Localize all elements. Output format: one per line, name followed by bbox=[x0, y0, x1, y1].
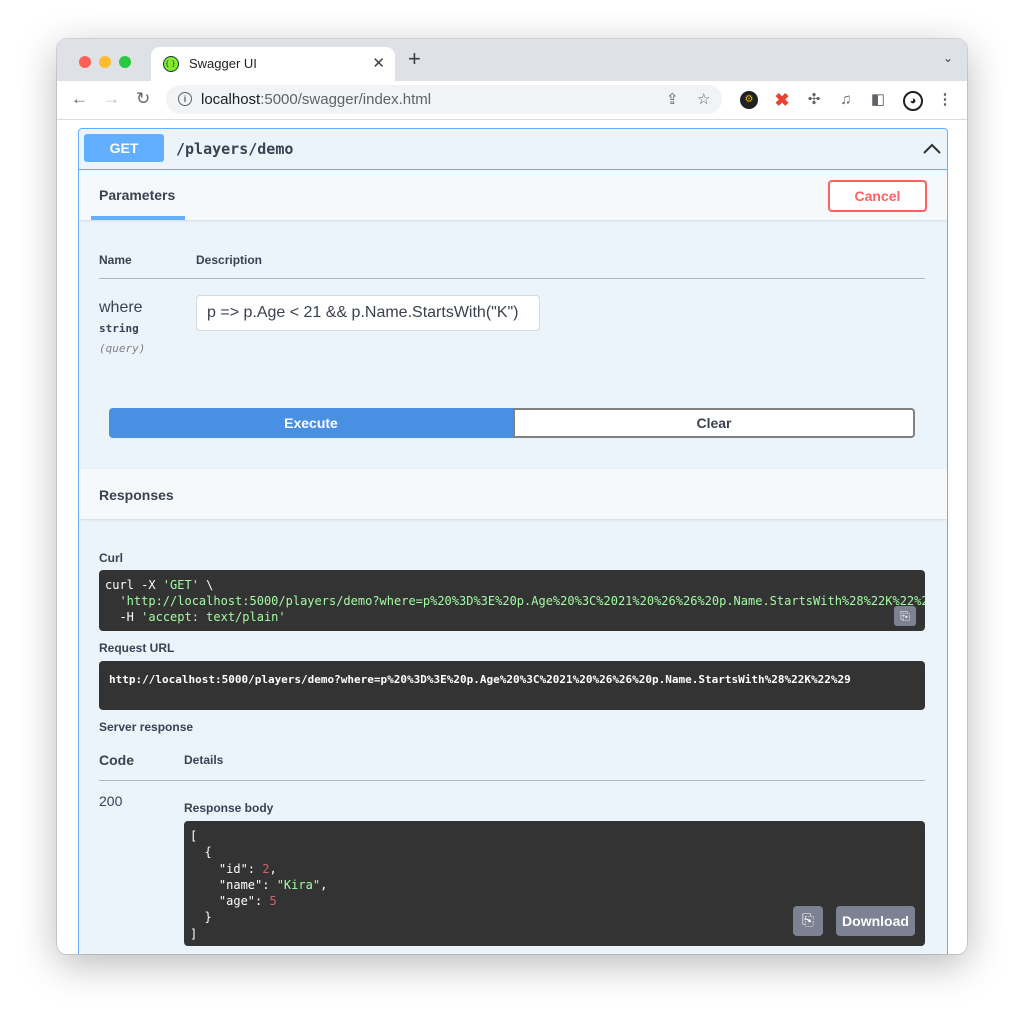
address-bar[interactable]: i localhost:5000/swagger/index.html ⇪ ☆ bbox=[166, 85, 722, 114]
extensions-puzzle-icon[interactable]: ✣ bbox=[805, 91, 823, 109]
url-path: :5000/swagger/index.html bbox=[260, 91, 432, 108]
copy-curl-icon[interactable]: ⎘ bbox=[894, 606, 916, 626]
close-window-button[interactable] bbox=[79, 56, 91, 68]
operation-summary[interactable]: GET /players/demo bbox=[79, 129, 947, 170]
side-panel-icon[interactable]: ◧ bbox=[869, 91, 887, 109]
swagger-favicon-icon bbox=[163, 56, 179, 72]
tab-title: Swagger UI bbox=[189, 56, 257, 71]
divider bbox=[99, 780, 925, 781]
page-content: GET /players/demo Parameters Cancel Name… bbox=[57, 120, 967, 954]
curl-header: 'accept: text/plain' bbox=[141, 610, 286, 624]
browser-toolbar: ← → ↻ i localhost:5000/swagger/index.htm… bbox=[57, 81, 967, 120]
extension-x-icon[interactable]: ✖ bbox=[773, 91, 791, 109]
responses-header: Responses bbox=[79, 469, 947, 519]
response-body-block[interactable]: [ { "id": 2, "name": "Kira", "age": 5 } … bbox=[184, 821, 925, 946]
reload-icon[interactable]: ↻ bbox=[136, 89, 150, 109]
json-age-value: 5 bbox=[269, 894, 277, 909]
curl-continuation: \ bbox=[198, 578, 214, 592]
response-status-code: 200 bbox=[99, 793, 123, 809]
chevron-up-icon[interactable] bbox=[923, 141, 941, 157]
active-tab-indicator bbox=[91, 216, 185, 220]
curl-cmd: curl -X bbox=[105, 578, 163, 592]
bookmark-star-icon[interactable]: ☆ bbox=[697, 90, 710, 108]
param-location: (query) bbox=[99, 342, 146, 355]
new-tab-icon[interactable]: + bbox=[408, 48, 421, 70]
minimize-window-button[interactable] bbox=[99, 56, 111, 68]
divider bbox=[99, 278, 925, 279]
download-button[interactable]: Download bbox=[836, 906, 915, 936]
clear-button[interactable]: Clear bbox=[513, 408, 915, 438]
back-arrow-icon[interactable]: ← bbox=[71, 89, 88, 109]
url-text[interactable]: localhost:5000/swagger/index.html bbox=[201, 91, 431, 108]
column-details-header: Details bbox=[184, 753, 224, 767]
tab-search-chevron-icon[interactable]: ⌄ bbox=[943, 51, 953, 65]
site-info-icon[interactable]: i bbox=[178, 92, 192, 106]
share-icon[interactable]: ⇪ bbox=[666, 90, 679, 108]
curl-command-block[interactable]: curl -X 'GET' \ 'http://localhost:5000/p… bbox=[99, 570, 925, 631]
parameters-header: Parameters Cancel bbox=[79, 170, 947, 220]
method-badge: GET bbox=[84, 134, 164, 162]
curl-flag: -H bbox=[119, 610, 142, 624]
param-type: string bbox=[99, 322, 139, 335]
tab-strip: Swagger UI ✕ + ⌄ bbox=[57, 39, 967, 81]
forward-arrow-icon[interactable]: → bbox=[103, 89, 120, 109]
media-control-icon[interactable]: ♫ bbox=[837, 91, 855, 109]
column-description-header: Description bbox=[196, 253, 263, 267]
response-body-label: Response body bbox=[184, 801, 274, 815]
json-id-value: 2 bbox=[262, 861, 270, 876]
json-name-value: "Kira" bbox=[276, 877, 321, 892]
curl-url: 'http://localhost:5000/players/demo?wher… bbox=[119, 594, 925, 608]
browser-menu-icon[interactable]: ⋮ bbox=[936, 91, 954, 109]
operation-block: GET /players/demo Parameters Cancel Name… bbox=[78, 128, 948, 954]
cancel-button[interactable]: Cancel bbox=[828, 180, 927, 212]
parameters-tab[interactable]: Parameters bbox=[99, 187, 175, 203]
curl-method: 'GET' bbox=[162, 578, 199, 592]
zoom-window-button[interactable] bbox=[119, 56, 131, 68]
param-name: where bbox=[99, 299, 143, 316]
curl-label: Curl bbox=[99, 551, 123, 565]
responses-title: Responses bbox=[99, 487, 174, 503]
execute-button[interactable]: Execute bbox=[109, 408, 513, 438]
close-tab-icon[interactable]: ✕ bbox=[372, 54, 385, 72]
column-name-header: Name bbox=[99, 253, 132, 267]
copy-response-icon[interactable]: ⎘ bbox=[793, 906, 823, 936]
request-url-label: Request URL bbox=[99, 641, 175, 655]
operation-path: /players/demo bbox=[176, 140, 294, 158]
url-host: localhost bbox=[201, 91, 261, 108]
column-code-header: Code bbox=[99, 752, 134, 768]
browser-tab[interactable]: Swagger UI ✕ bbox=[151, 47, 395, 81]
request-url-block[interactable]: http://localhost:5000/players/demo?where… bbox=[99, 661, 925, 710]
browser-window: Swagger UI ✕ + ⌄ ← → ↻ i localhost:5000/… bbox=[57, 39, 967, 954]
server-response-label: Server response bbox=[99, 720, 194, 734]
extension-badge-icon[interactable]: ⚙ bbox=[740, 91, 758, 109]
execute-button-group: Execute Clear bbox=[109, 408, 915, 438]
profile-avatar-icon[interactable]: ◕ bbox=[903, 91, 923, 111]
where-param-input[interactable] bbox=[196, 295, 540, 331]
